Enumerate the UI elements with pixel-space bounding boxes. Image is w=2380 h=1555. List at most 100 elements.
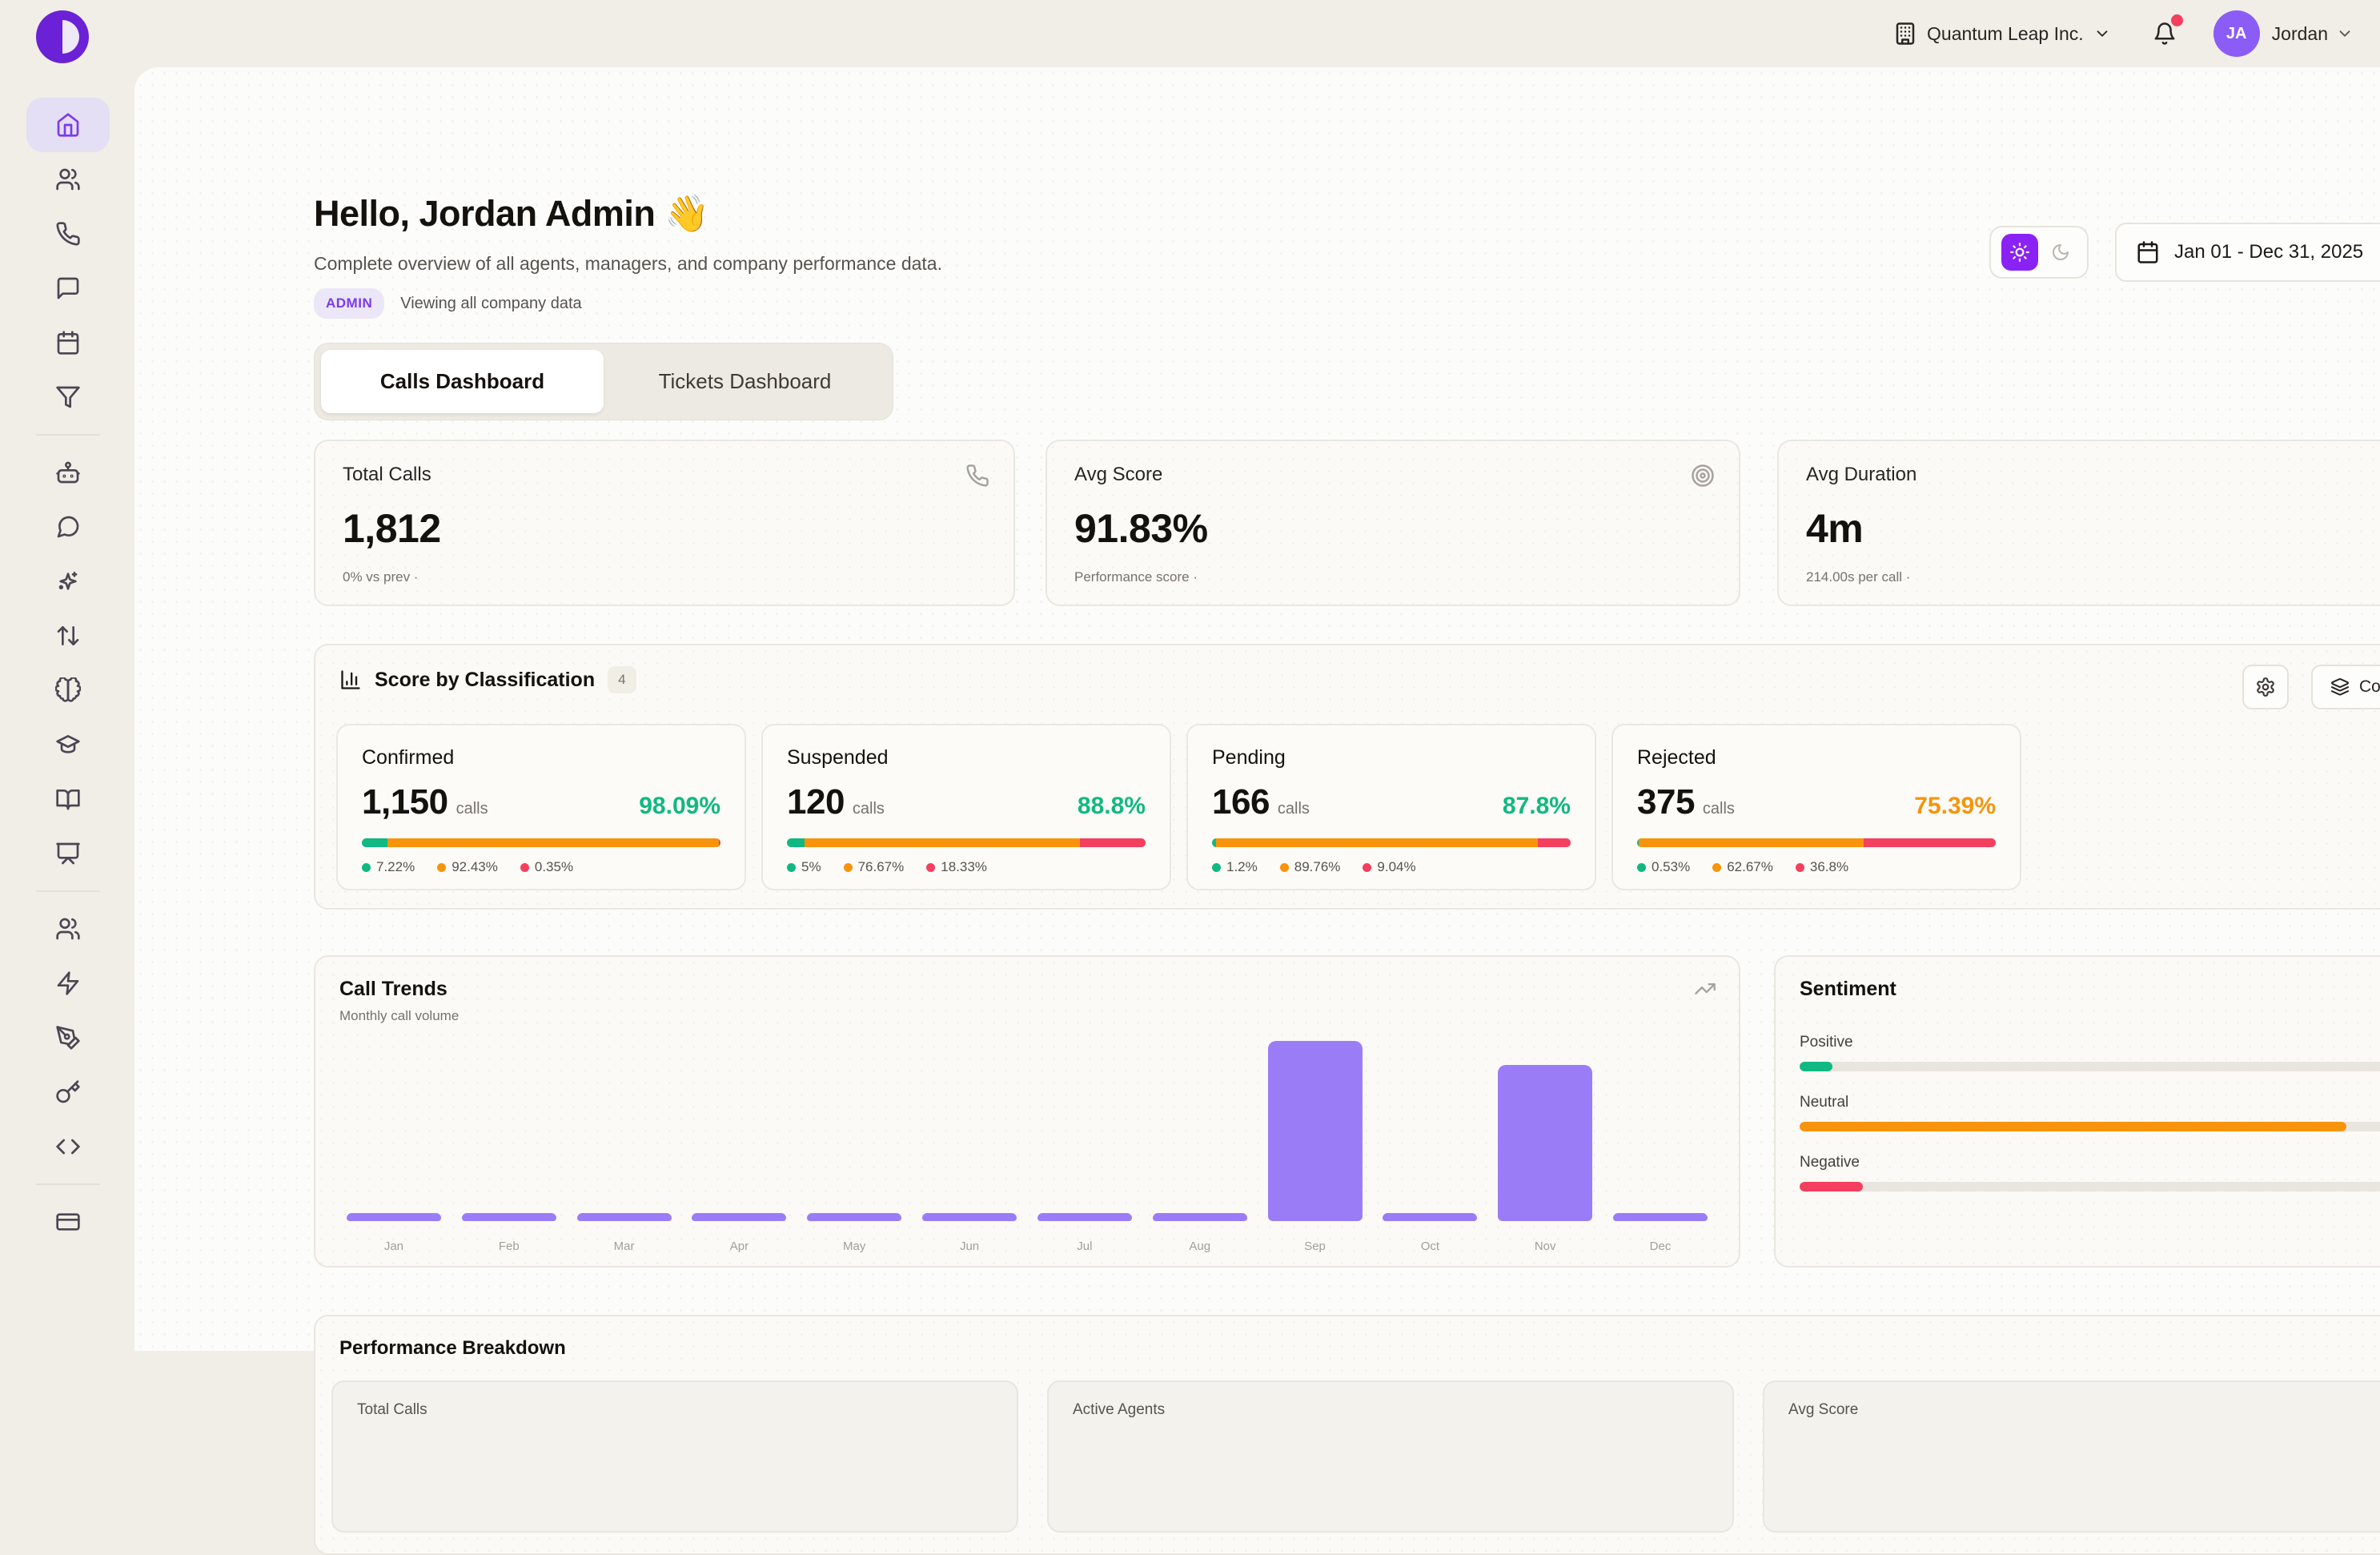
- sentiment-card: Sentiment Positive5.14%Neutral84.98%Nega…: [1774, 955, 2380, 1268]
- pen-tool-icon: [55, 1025, 81, 1051]
- sentiment-row-negative: Negative9.88%: [1800, 1154, 2380, 1191]
- x-tick-label: Jul: [1027, 1240, 1142, 1253]
- bar-Feb: [462, 1213, 556, 1221]
- sidebar-divider: [36, 1183, 100, 1185]
- target-icon: [1691, 464, 1715, 488]
- classification-progress-bar: [1212, 838, 1571, 847]
- sidebar-item-bot[interactable]: [26, 445, 110, 500]
- dark-mode-button[interactable]: [2045, 236, 2077, 268]
- calendar-icon: [2136, 240, 2160, 264]
- company-selector[interactable]: Quantum Leap Inc.: [1893, 22, 2111, 46]
- bar-May: [807, 1213, 901, 1221]
- sun-icon: [2009, 242, 2030, 263]
- key-icon: [55, 1079, 81, 1105]
- home-icon: [55, 112, 81, 138]
- sidebar-item-credit-card[interactable]: [26, 1195, 110, 1249]
- sparkles-icon: [55, 569, 81, 594]
- notifications-button[interactable]: [2153, 22, 2177, 46]
- bar-Sep: [1268, 1041, 1363, 1221]
- chevron-down-icon: [2093, 25, 2111, 42]
- settings-button[interactable]: [2242, 665, 2289, 709]
- sidebar-item-sparkles[interactable]: [26, 554, 110, 609]
- sidebar-item-code[interactable]: [26, 1119, 110, 1174]
- arrows-up-down-icon: [55, 623, 81, 649]
- sidebar-item-calendar[interactable]: [26, 315, 110, 370]
- credit-card-icon: [55, 1209, 81, 1235]
- performance-title: Performance Breakdown: [339, 1337, 566, 1360]
- x-tick-label: Oct: [1372, 1240, 1487, 1253]
- sidebar: [0, 67, 136, 1351]
- tab-tickets-dashboard[interactable]: Tickets Dashboard: [604, 350, 886, 413]
- sidebar-item-phone[interactable]: [26, 207, 110, 261]
- sidebar-item-pen-tool[interactable]: [26, 1011, 110, 1065]
- legend-item: 1.2%: [1212, 859, 1258, 875]
- sentiment-bar: [1800, 1062, 2380, 1071]
- sentiment-title: Sentiment: [1800, 978, 1896, 1001]
- bar-Nov: [1498, 1065, 1592, 1221]
- sidebar-item-zap[interactable]: [26, 956, 110, 1011]
- sidebar-item-message-circle[interactable]: [26, 500, 110, 554]
- score-by-classification-section: Score by Classification 4 Combine Confir…: [314, 644, 2380, 910]
- classification-score: 75.39%: [1914, 793, 1996, 820]
- notification-dot: [2171, 14, 2183, 26]
- sidebar-item-message-square[interactable]: [26, 261, 110, 315]
- bar-Oct: [1383, 1213, 1477, 1221]
- performance-mini-card: Total Calls: [331, 1380, 1018, 1533]
- classification-progress-bar: [362, 838, 720, 847]
- legend-item: 5%: [787, 859, 821, 875]
- users-icon: [55, 167, 81, 192]
- sidebar-divider: [36, 890, 100, 892]
- legend-item: 9.04%: [1363, 859, 1415, 875]
- legend-item: 7.22%: [362, 859, 415, 875]
- classification-score: 87.8%: [1503, 793, 1571, 820]
- phone-icon: [55, 221, 81, 247]
- layers-icon: [2330, 677, 2350, 697]
- moon-icon: [2051, 243, 2070, 262]
- main-panel: Hello, Jordan Admin 👋 Complete overview …: [134, 67, 2380, 1351]
- stat-value: 91.83%: [1074, 505, 1712, 552]
- date-range-picker[interactable]: Jan 01 - Dec 31, 2025: [2115, 223, 2380, 282]
- stat-title: Total Calls: [343, 464, 986, 486]
- sidebar-item-brain[interactable]: [26, 663, 110, 717]
- x-tick-label: May: [797, 1240, 912, 1253]
- chevron-down-icon[interactable]: [2336, 25, 2354, 42]
- combine-button[interactable]: Combine: [2311, 665, 2380, 709]
- sidebar-item-users[interactable]: [26, 902, 110, 956]
- classification-calls: 166: [1212, 782, 1270, 822]
- tab-calls-dashboard[interactable]: Calls Dashboard: [321, 350, 604, 413]
- stat-card: Avg Duration 4m 214.00s per call ·: [1777, 440, 2380, 606]
- sidebar-item-arrows-up-down[interactable]: [26, 609, 110, 663]
- scope-note: Viewing all company data: [400, 295, 581, 313]
- role-badge: ADMIN: [314, 288, 384, 319]
- legend-item: 89.76%: [1280, 859, 1341, 875]
- bar-Jan: [347, 1213, 441, 1221]
- sidebar-item-book-open[interactable]: [26, 772, 110, 826]
- stat-note: 214.00s per call ·: [1806, 569, 2380, 585]
- bar-chart: [336, 1029, 1718, 1221]
- sidebar-item-key[interactable]: [26, 1065, 110, 1119]
- bar-Jun: [922, 1213, 1017, 1221]
- legend-item: 92.43%: [437, 859, 498, 875]
- sidebar-item-home[interactable]: [26, 98, 110, 152]
- app-logo: [36, 10, 89, 63]
- stat-value: 4m: [1806, 505, 2380, 552]
- classification-name: Confirmed: [362, 746, 720, 769]
- stat-title: Avg Duration: [1806, 464, 2380, 486]
- sidebar-item-presentation[interactable]: [26, 826, 110, 881]
- x-tick-label: Apr: [681, 1240, 797, 1253]
- sidebar-item-filter[interactable]: [26, 370, 110, 424]
- bar-Aug: [1153, 1213, 1247, 1221]
- light-mode-button[interactable]: [2001, 234, 2038, 271]
- sidebar-item-graduation-cap[interactable]: [26, 717, 110, 772]
- legend-item: 18.33%: [926, 859, 987, 875]
- x-tick-label: Jan: [336, 1240, 452, 1253]
- user-avatar[interactable]: JA: [2213, 10, 2260, 57]
- x-tick-label: Feb: [452, 1240, 567, 1253]
- x-tick-label: Nov: [1487, 1240, 1603, 1253]
- performance-mini-card: Active Agents: [1047, 1380, 1734, 1533]
- brain-icon: [55, 677, 81, 703]
- gear-icon: [2255, 677, 2276, 697]
- sidebar-item-users[interactable]: [26, 152, 110, 207]
- stat-card: Total Calls1,8120% vs prev ·: [314, 440, 1015, 606]
- theme-toggle: [1989, 226, 2089, 279]
